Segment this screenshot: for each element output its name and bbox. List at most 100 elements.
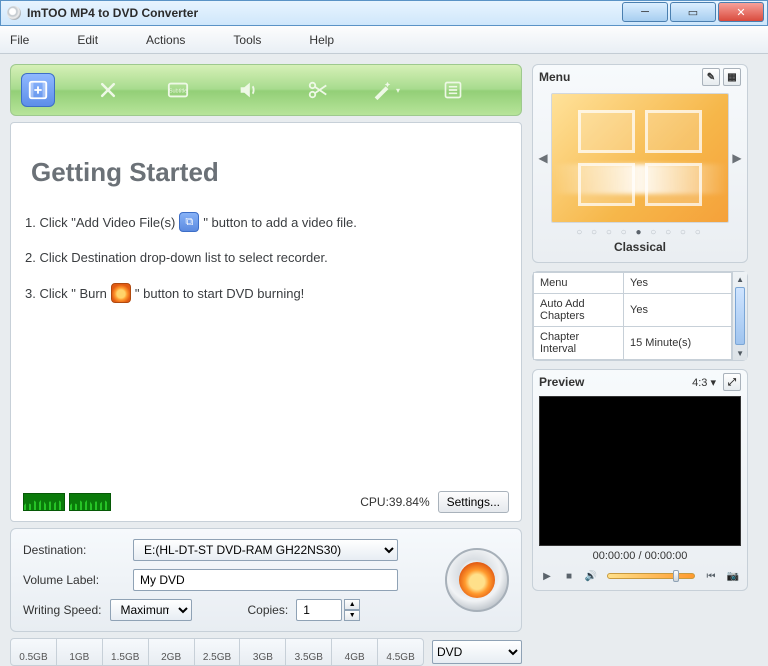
delete-button[interactable] <box>91 73 125 107</box>
magic-wand-icon <box>371 79 393 101</box>
clip-button[interactable] <box>301 73 335 107</box>
writing-speed-select[interactable]: Maximum <box>110 599 192 621</box>
menu-file[interactable]: File <box>10 33 29 47</box>
copies-input[interactable] <box>296 599 342 621</box>
play-button[interactable]: ▶ <box>539 568 555 584</box>
speaker-icon <box>237 79 259 101</box>
cpu-bar: CPU:39.84% Settings... <box>23 491 509 513</box>
prop-val[interactable]: Yes <box>624 273 732 294</box>
menu-tools[interactable]: Tools <box>233 33 261 47</box>
copies-label: Copies: <box>248 603 289 617</box>
preview-title: Preview <box>539 375 584 389</box>
tick: 3.5GB <box>286 639 332 665</box>
instruction-3-text-b: " button to start DVD burning! <box>135 286 304 301</box>
tick: 0.5GB <box>11 639 57 665</box>
size-bar: 0.5GB 1GB 1.5GB 2GB 2.5GB 3GB 3.5GB 4GB … <box>10 638 522 666</box>
audio-button[interactable] <box>231 73 265 107</box>
film-add-icon <box>27 79 49 101</box>
tick: 3GB <box>240 639 286 665</box>
destination-label: Destination: <box>23 543 133 557</box>
template-thumbnail[interactable] <box>551 93 729 223</box>
edit-menu-button[interactable]: ✎ <box>702 68 720 86</box>
prop-key: Auto Add Chapters <box>534 294 624 327</box>
properties-scrollbar[interactable]: ▲ ▼ <box>732 272 747 360</box>
menu-actions[interactable]: Actions <box>146 33 185 47</box>
window-buttons: ─ ▭ ✕ <box>622 1 767 25</box>
chevron-down-icon: ▾ <box>396 86 400 95</box>
properties-button[interactable] <box>436 73 470 107</box>
aspect-ratio[interactable]: 4:3 ▾ <box>692 376 716 389</box>
grid-icon: ▦ <box>727 72 736 83</box>
subtitle-button[interactable]: Subtitle <box>161 73 195 107</box>
copies-up[interactable]: ▲ <box>344 599 360 610</box>
effects-button[interactable]: ▾ <box>371 73 400 107</box>
volume-slider[interactable] <box>607 573 695 579</box>
copies-stepper[interactable]: ▲ ▼ <box>296 599 360 621</box>
burn-button[interactable] <box>445 548 509 612</box>
stop-button[interactable]: ■ <box>561 568 577 584</box>
table-row: MenuYes <box>534 273 732 294</box>
preview-screen <box>539 396 741 546</box>
cpu-graph-2 <box>69 493 111 511</box>
x-icon <box>98 80 118 100</box>
snapshot-button[interactable]: 📷 <box>725 568 741 584</box>
preview-controls: ▶ ■ 🔊 ⏮ 📷 <box>533 566 747 590</box>
volume-label-input[interactable] <box>133 569 398 591</box>
stage-heading: Getting Started <box>31 157 509 188</box>
menu-edit[interactable]: Edit <box>77 33 98 47</box>
writing-speed-label: Writing Speed: <box>23 603 102 617</box>
fullscreen-button[interactable]: ⤢ <box>723 373 741 391</box>
list-icon <box>443 80 463 100</box>
tick: 1.5GB <box>103 639 149 665</box>
seek-back-button[interactable]: ⏮ <box>703 568 719 584</box>
burn-icon <box>111 283 131 303</box>
window-title: ImTOO MP4 to DVD Converter <box>27 6 622 20</box>
instruction-2: 2. Click Destination drop-down list to s… <box>25 250 509 265</box>
prop-key: Menu <box>534 273 624 294</box>
template-next[interactable]: ▶ <box>731 151 743 165</box>
prop-val[interactable]: 15 Minute(s) <box>624 327 732 360</box>
instruction-3: 3. Click " Burn " button to start DVD bu… <box>25 283 509 303</box>
disc-type-select[interactable]: DVD <box>432 640 522 664</box>
app-icon <box>7 6 21 20</box>
subtitle-icon: Subtitle <box>167 80 189 100</box>
minimize-button[interactable]: ─ <box>622 2 668 22</box>
template-prev[interactable]: ◀ <box>537 151 549 165</box>
tick: 2.5GB <box>195 639 241 665</box>
stage: Getting Started 1. Click "Add Video File… <box>10 122 522 522</box>
volume-knob[interactable] <box>673 570 679 582</box>
properties-panel: MenuYes Auto Add ChaptersYes Chapter Int… <box>532 271 748 361</box>
instruction-1: 1. Click "Add Video File(s) ⧉ " button t… <box>25 212 509 232</box>
menu-help[interactable]: Help <box>309 33 334 47</box>
settings-button[interactable]: Settings... <box>438 491 509 513</box>
instruction-1-text-b: " button to add a video file. <box>203 215 357 230</box>
close-button[interactable]: ✕ <box>718 2 764 22</box>
scroll-thumb[interactable] <box>735 287 745 345</box>
toolbar: Subtitle ▾ <box>10 64 522 116</box>
maximize-button[interactable]: ▭ <box>670 2 716 22</box>
prop-val[interactable]: Yes <box>624 294 732 327</box>
template-dots: ○ ○ ○ ○ ● ○ ○ ○ ○ <box>537 227 743 238</box>
add-video-button[interactable] <box>21 73 55 107</box>
film-add-icon: ⧉ <box>179 212 199 232</box>
cpu-graph-1 <box>23 493 65 511</box>
destination-select[interactable]: E:(HL-DT-ST DVD-RAM GH22NS30) <box>133 539 398 561</box>
copies-down[interactable]: ▼ <box>344 610 360 621</box>
volume-label-label: Volume Label: <box>23 573 133 587</box>
instruction-3-text-a: 3. Click " Burn <box>25 286 107 301</box>
table-row: Chapter Interval15 Minute(s) <box>534 327 732 360</box>
scroll-down-icon[interactable]: ▼ <box>736 346 744 360</box>
cpu-label: CPU:39.84% <box>360 495 429 509</box>
size-ruler: 0.5GB 1GB 1.5GB 2GB 2.5GB 3GB 3.5GB 4GB … <box>10 638 424 666</box>
templates-button[interactable]: ▦ <box>723 68 741 86</box>
destination-panel: Destination: E:(HL-DT-ST DVD-RAM GH22NS3… <box>10 528 522 632</box>
titlebar: ImTOO MP4 to DVD Converter ─ ▭ ✕ <box>0 0 768 26</box>
pencil-icon: ✎ <box>707 72 715 83</box>
menu-panel: Menu ✎ ▦ ◀ ▶ ○ ○ ○ ○ ● ○ ○ ○ ○ Classical <box>532 64 748 263</box>
preview-time: 00:00:00 / 00:00:00 <box>533 550 747 562</box>
scroll-up-icon[interactable]: ▲ <box>736 272 744 286</box>
mute-button[interactable]: 🔊 <box>583 568 599 584</box>
instruction-2-text: 2. Click Destination drop-down list to s… <box>25 250 328 265</box>
svg-text:Subtitle: Subtitle <box>169 89 187 95</box>
menu-panel-title: Menu <box>539 70 570 84</box>
